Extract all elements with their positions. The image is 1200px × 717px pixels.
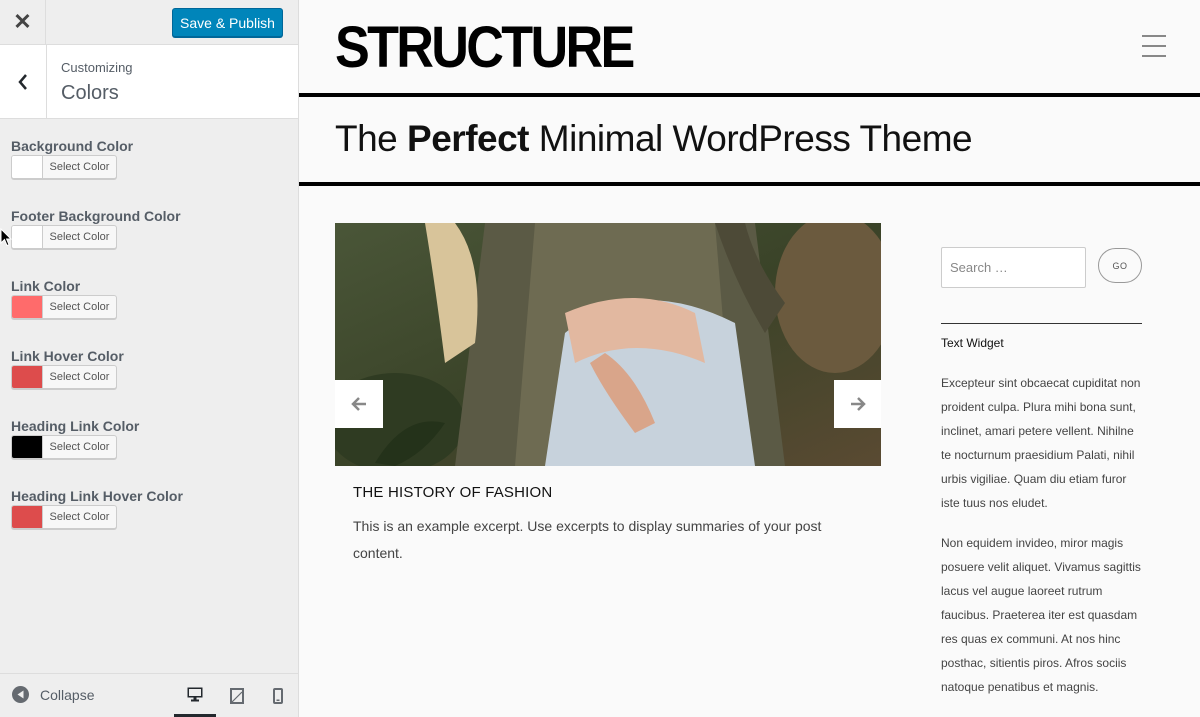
post-title-link[interactable]: THE HISTORY OF FASHION [353, 484, 552, 501]
customizer-sidebar: ✕ Save & Publish Customizing Colors Back… [0, 0, 299, 717]
control-heading-link-color: Heading Link Color Select Color [11, 417, 291, 459]
control-label: Heading Link Color [11, 418, 140, 434]
tagline-bold: Perfect [407, 118, 529, 159]
control-footer-background-color: Footer Background Color Select Color [11, 207, 291, 249]
search-go-button[interactable]: GO [1098, 248, 1142, 283]
tagline-post: Minimal WordPress Theme [529, 118, 973, 159]
site-preview: STRUCTURE The Perfect Minimal WordPress … [299, 0, 1200, 717]
collapse-label: Collapse [40, 686, 95, 703]
link-color-picker[interactable]: Select Color [11, 295, 117, 319]
close-customizer-button[interactable]: ✕ [0, 0, 46, 44]
control-label: Link Color [11, 278, 81, 294]
control-background-color: Background Color Select Color [11, 137, 291, 179]
arrow-right-icon [851, 397, 866, 411]
section-title: Colors [61, 82, 119, 104]
background-color-picker[interactable]: Select Color [11, 155, 117, 179]
collapse-button[interactable]: Collapse [12, 686, 94, 703]
color-swatch [12, 156, 43, 178]
color-swatch [12, 366, 43, 388]
control-label: Heading Link Hover Color [11, 488, 183, 504]
breadcrumb: Customizing [61, 60, 133, 75]
search-input[interactable] [941, 247, 1086, 288]
close-icon: ✕ [13, 9, 32, 34]
chevron-left-icon [18, 73, 27, 90]
arrow-left-icon [351, 397, 366, 411]
color-swatch [12, 506, 43, 528]
tagline-divider [299, 182, 1200, 186]
collapse-icon [12, 686, 29, 703]
control-label: Footer Background Color [11, 208, 181, 224]
link-hover-color-picker[interactable]: Select Color [11, 365, 117, 389]
widget-title: Text Widget [941, 336, 1004, 350]
footer-background-color-picker[interactable]: Select Color [11, 225, 117, 249]
select-color-label: Select Color [49, 301, 110, 313]
widget-divider [941, 323, 1142, 324]
heading-link-color-picker[interactable]: Select Color [11, 435, 117, 459]
tagline-pre: The [335, 118, 408, 159]
control-link-color: Link Color Select Color [11, 277, 291, 319]
select-color-label: Select Color [49, 161, 110, 173]
save-publish-button[interactable]: Save & Publish [172, 8, 283, 37]
customizer-header: ✕ Save & Publish [0, 0, 298, 45]
site-title[interactable]: STRUCTURE [335, 14, 635, 81]
control-label: Link Hover Color [11, 348, 124, 364]
color-swatch [12, 226, 43, 248]
widget-paragraph: Non equidem invideo, miror magis posuere… [941, 536, 1141, 694]
mouse-cursor-icon [0, 228, 12, 247]
select-color-label: Select Color [49, 371, 110, 383]
select-color-label: Select Color [49, 511, 110, 523]
desktop-icon [187, 687, 203, 701]
preview-desktop-button[interactable] [174, 674, 216, 717]
post-excerpt: This is an example excerpt. Use excerpts… [353, 518, 822, 561]
color-swatch [12, 436, 43, 458]
section-header: Customizing Colors [0, 45, 298, 119]
heading-link-hover-color-picker[interactable]: Select Color [11, 505, 117, 529]
customizer-footer: Collapse [0, 673, 298, 717]
header-divider [299, 93, 1200, 97]
control-link-hover-color: Link Hover Color Select Color [11, 347, 291, 389]
slider-next-button[interactable] [834, 380, 881, 428]
slider-prev-button[interactable] [335, 380, 383, 428]
select-color-label: Select Color [49, 441, 110, 453]
control-label: Background Color [11, 138, 134, 154]
featured-slider [335, 223, 881, 466]
preview-tablet-button[interactable] [216, 674, 258, 717]
mobile-icon [273, 688, 283, 704]
back-button[interactable] [0, 45, 47, 118]
select-color-label: Select Color [49, 231, 110, 243]
menu-hamburger-icon[interactable] [1142, 35, 1166, 57]
tablet-icon [230, 688, 244, 704]
color-swatch [12, 296, 43, 318]
site-tagline: The Perfect Minimal WordPress Theme [335, 118, 973, 160]
widget-paragraph: Excepteur sint obcaecat cupiditat non pr… [941, 376, 1141, 510]
preview-mobile-button[interactable] [257, 674, 299, 717]
featured-image [335, 223, 881, 466]
control-heading-link-hover-color: Heading Link Hover Color Select Color [11, 487, 291, 529]
